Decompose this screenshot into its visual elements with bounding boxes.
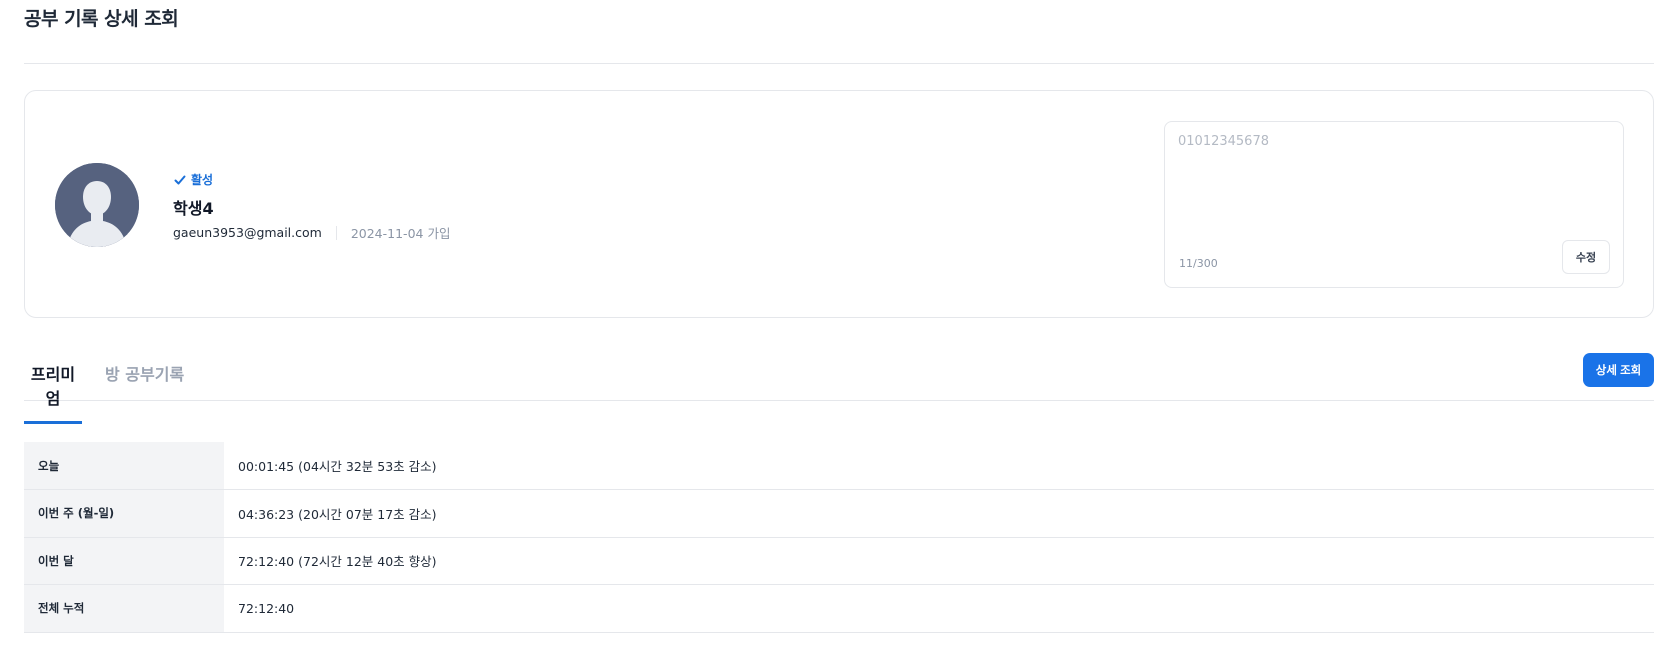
- stats-value: 00:01:45 (04시간 32분 53초 감소): [224, 442, 1654, 490]
- user-meta: gaeun3953@gmail.com 2024-11-04 가입: [173, 223, 450, 242]
- page-title: 공부 기록 상세 조회: [24, 8, 179, 30]
- status-badge: 활성: [173, 171, 213, 188]
- stats-value: 04:36:23 (20시간 07분 17초 감소): [224, 489, 1654, 538]
- check-icon: [173, 173, 187, 187]
- memo-char-count: 11/300: [1179, 257, 1218, 270]
- person-silhouette-icon: [55, 163, 139, 247]
- stats-label: 이번 주 (월-일): [24, 489, 224, 538]
- table-row: 이번 달 72:12:40 (72시간 12분 40초 향상): [24, 537, 1654, 585]
- stats-label: 이번 달: [24, 537, 224, 585]
- avatar: [55, 163, 139, 247]
- join-date: 2024-11-04 가입: [350, 226, 451, 241]
- tab-room-study-records[interactable]: 방 공부기록: [105, 361, 184, 397]
- memo-edit-button[interactable]: 수정: [1562, 240, 1610, 274]
- user-name: 학생4: [173, 199, 214, 218]
- stats-value: 72:12:40 (72시간 12분 40초 향상): [224, 537, 1654, 585]
- table-row: 이번 주 (월-일) 04:36:23 (20시간 07분 17초 감소): [24, 489, 1654, 538]
- detail-view-button[interactable]: 상세 조회: [1583, 353, 1654, 387]
- title-divider: [24, 63, 1654, 64]
- tab-premium[interactable]: 프리미엄: [24, 361, 82, 424]
- user-email: gaeun3953@gmail.com: [173, 225, 322, 240]
- profile-card: 활성 학생4 gaeun3953@gmail.com 2024-11-04 가입…: [24, 90, 1654, 318]
- tabs-bar: 프리미엄 방 공부기록: [24, 347, 1654, 424]
- meta-divider: [335, 225, 337, 240]
- table-row: 전체 누적 72:12:40: [24, 584, 1654, 633]
- page: 공부 기록 상세 조회 활성 학생4 gaeun3953@gmail.com 2…: [0, 0, 1669, 671]
- memo-input[interactable]: [1178, 134, 1608, 234]
- stats-label: 전체 누적: [24, 584, 224, 633]
- stats-table: 오늘 00:01:45 (04시간 32분 53초 감소) 이번 주 (월-일)…: [24, 442, 1654, 633]
- memo-box: 11/300 수정: [1164, 121, 1624, 288]
- stats-value: 72:12:40: [224, 584, 1654, 633]
- stats-label: 오늘: [24, 442, 224, 490]
- status-label: 활성: [191, 173, 214, 187]
- table-row: 오늘 00:01:45 (04시간 32분 53초 감소): [24, 442, 1654, 490]
